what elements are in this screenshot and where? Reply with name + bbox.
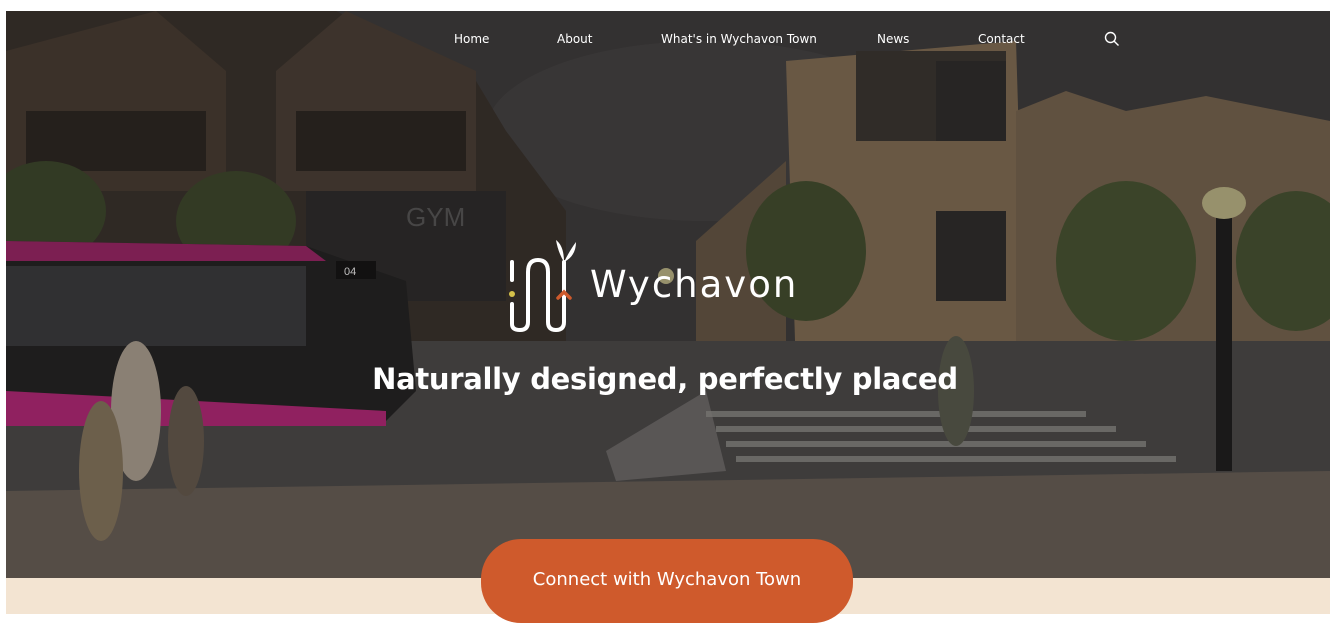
brand-wordmark: Wychavon xyxy=(590,263,799,306)
nav-home[interactable]: Home xyxy=(454,32,489,46)
connect-button[interactable]: Connect with Wychavon Town xyxy=(481,539,853,623)
search-icon[interactable] xyxy=(1104,31,1120,47)
hero-tagline: Naturally designed, perfectly placed xyxy=(372,362,958,396)
sprout-path-logo-icon xyxy=(509,240,576,332)
main-navigation: Home About What's in Wychavon Town News … xyxy=(6,31,1330,52)
nav-news[interactable]: News xyxy=(877,32,909,46)
brand-logo: Wychavon xyxy=(500,232,840,332)
nav-about[interactable]: About xyxy=(557,32,592,46)
nav-whats-in-wychavon-town[interactable]: What's in Wychavon Town xyxy=(661,32,817,46)
nav-contact[interactable]: Contact xyxy=(978,32,1025,46)
